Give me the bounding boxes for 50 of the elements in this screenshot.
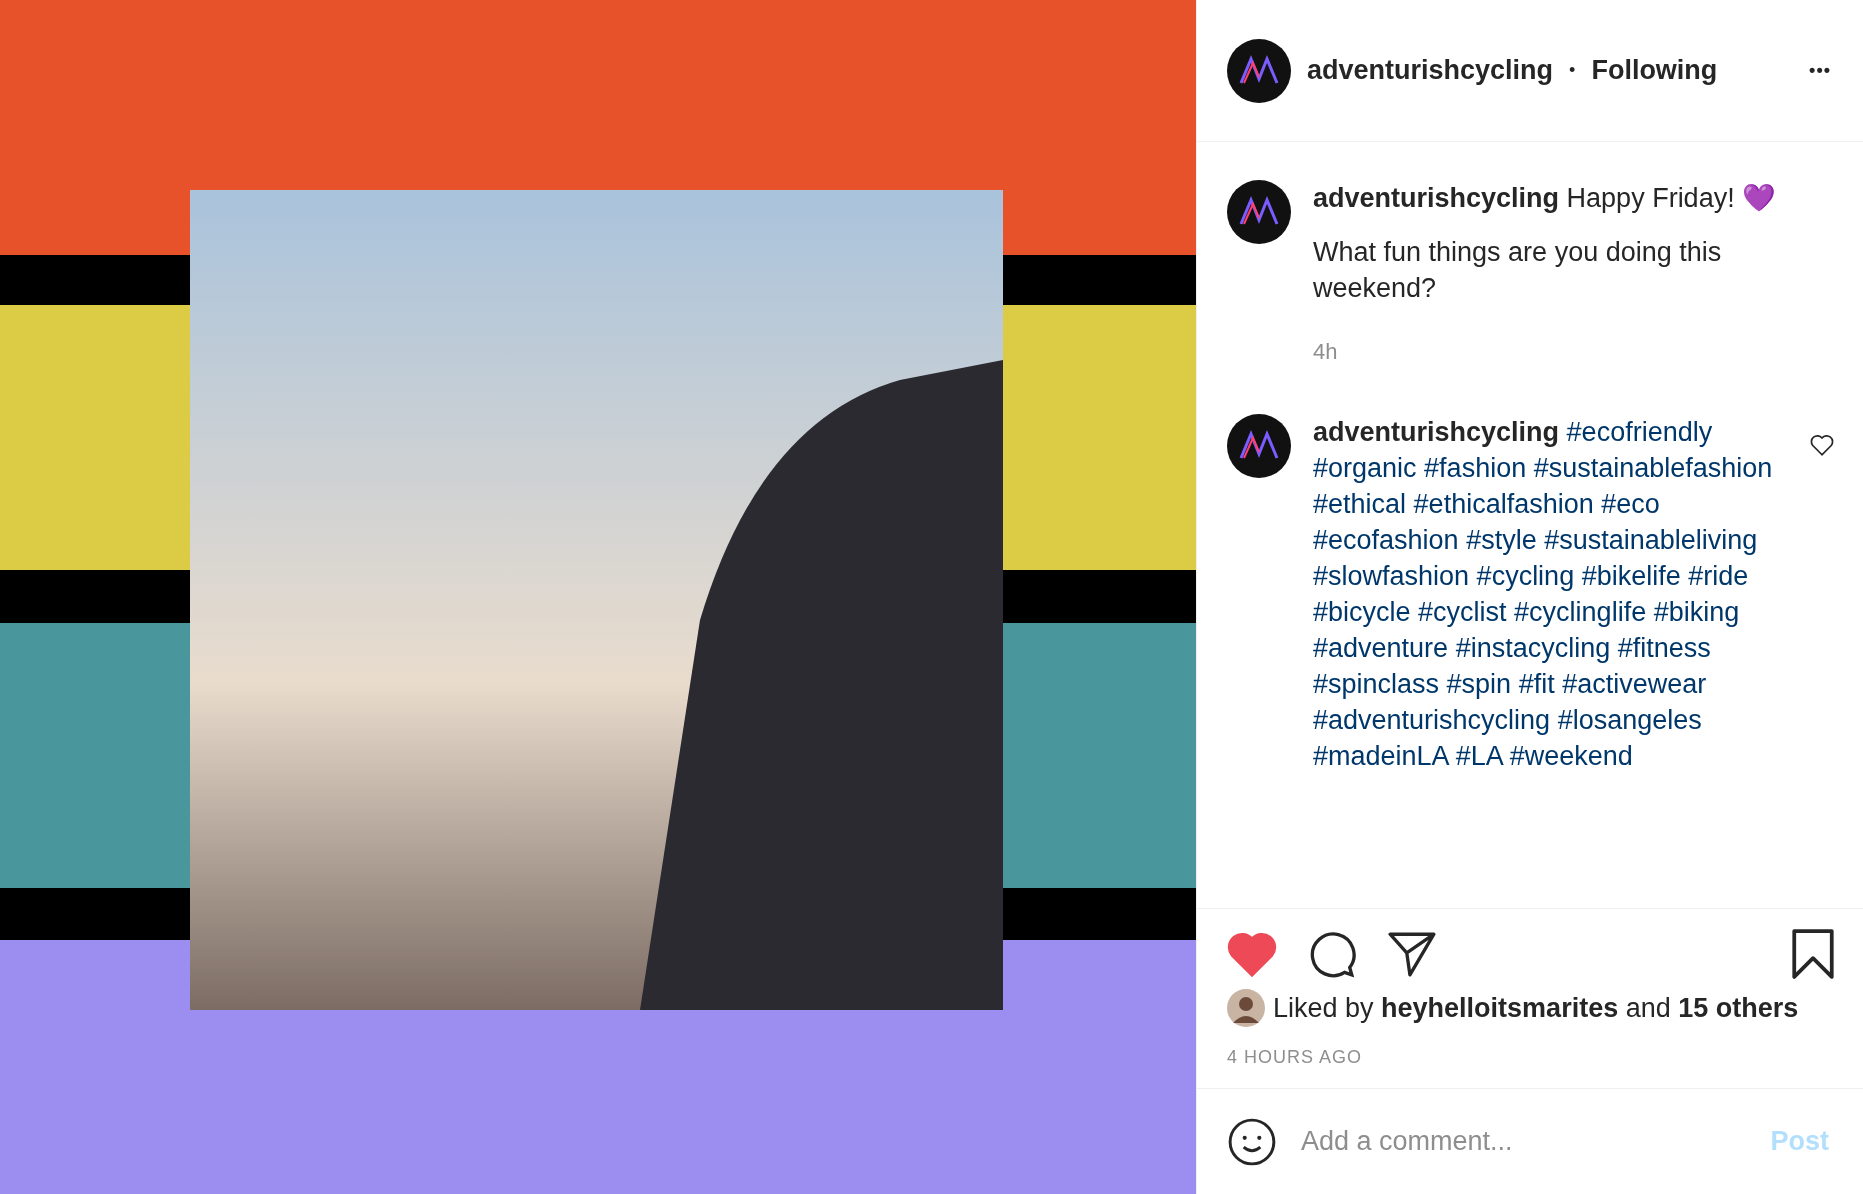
hashtag-link[interactable]: #bikelife bbox=[1581, 561, 1681, 591]
username-link[interactable]: adventurishcycling bbox=[1313, 183, 1560, 213]
hashtag-link[interactable]: #slowfashion bbox=[1313, 561, 1470, 591]
likes-text: Liked by heyhelloitsmarites and 15 others bbox=[1273, 992, 1799, 1024]
share-button[interactable] bbox=[1387, 931, 1437, 977]
hashtag-link[interactable]: #adventurishcycling bbox=[1313, 705, 1551, 735]
post-timestamp: 4 HOURS AGO bbox=[1227, 1047, 1364, 1068]
hashtag-link[interactable]: #bicycle bbox=[1313, 597, 1411, 627]
hashtag-link[interactable]: #losangeles bbox=[1557, 705, 1702, 735]
hashtag-link[interactable]: #LA bbox=[1455, 741, 1503, 771]
hashtag-link[interactable]: #fitness bbox=[1617, 633, 1711, 663]
avatar-icon bbox=[1227, 38, 1291, 103]
hashtag-link[interactable]: #cyclist bbox=[1418, 597, 1507, 627]
emoji-icon[interactable] bbox=[1227, 1116, 1277, 1167]
like-button[interactable] bbox=[1227, 931, 1277, 977]
hashtag-link[interactable]: #sustainableliving bbox=[1544, 525, 1758, 555]
hashtag-link[interactable]: #spin bbox=[1446, 669, 1512, 699]
hashtag-link[interactable]: #fashion bbox=[1424, 453, 1527, 483]
hashtag-link[interactable]: #ecofashion bbox=[1313, 525, 1459, 555]
hashtag-link[interactable]: #organic bbox=[1313, 453, 1417, 483]
hashtag-link[interactable]: #ethical bbox=[1313, 489, 1407, 519]
hashtag-link[interactable]: #spinclass bbox=[1313, 669, 1440, 699]
post-time: 4h bbox=[1313, 338, 1339, 366]
hashtag-link[interactable]: #sustainablefashion bbox=[1533, 453, 1773, 483]
hashtag-link[interactable]: #madeinLA bbox=[1313, 741, 1449, 771]
caption-text: Happy Friday! 💜 bbox=[1566, 183, 1777, 213]
hashtag-link[interactable]: #biking bbox=[1653, 597, 1740, 627]
hashtag-link[interactable]: #ride bbox=[1688, 561, 1749, 591]
username-link[interactable]: adventurishcycling bbox=[1313, 417, 1560, 447]
avatar-icon bbox=[1227, 989, 1265, 1027]
hashtag-link[interactable]: #fit bbox=[1518, 669, 1555, 699]
avatar-icon bbox=[1227, 180, 1291, 244]
like-comment-button[interactable] bbox=[1809, 432, 1835, 458]
hashtag-link[interactable]: #activewear bbox=[1562, 669, 1707, 699]
more-options-button[interactable]: ••• bbox=[1805, 56, 1835, 85]
hashtag-link[interactable]: #instacycling bbox=[1455, 633, 1611, 663]
avatar-icon bbox=[1227, 414, 1291, 478]
separator-dot: • bbox=[1569, 60, 1576, 81]
hashtag-link[interactable]: #style bbox=[1466, 525, 1537, 555]
hashtag-link[interactable]: #cycling bbox=[1476, 561, 1575, 591]
username-link[interactable]: adventurishcycling bbox=[1307, 55, 1554, 86]
hashtag-link[interactable]: #cyclinglife bbox=[1514, 597, 1647, 627]
hashtag-link[interactable]: #eco bbox=[1601, 489, 1660, 519]
caption-text: What fun things are you doing this weekend? bbox=[1313, 236, 1723, 305]
save-button[interactable] bbox=[1791, 929, 1835, 979]
hashtag-link[interactable]: #ecofriendly bbox=[1566, 417, 1713, 447]
hashtag-link[interactable]: #weekend bbox=[1509, 741, 1633, 771]
hashtag-link[interactable]: #ethicalfashion bbox=[1413, 489, 1594, 519]
hashtag-link[interactable]: #adventure bbox=[1313, 633, 1449, 663]
following-button[interactable]: Following bbox=[1591, 55, 1718, 86]
